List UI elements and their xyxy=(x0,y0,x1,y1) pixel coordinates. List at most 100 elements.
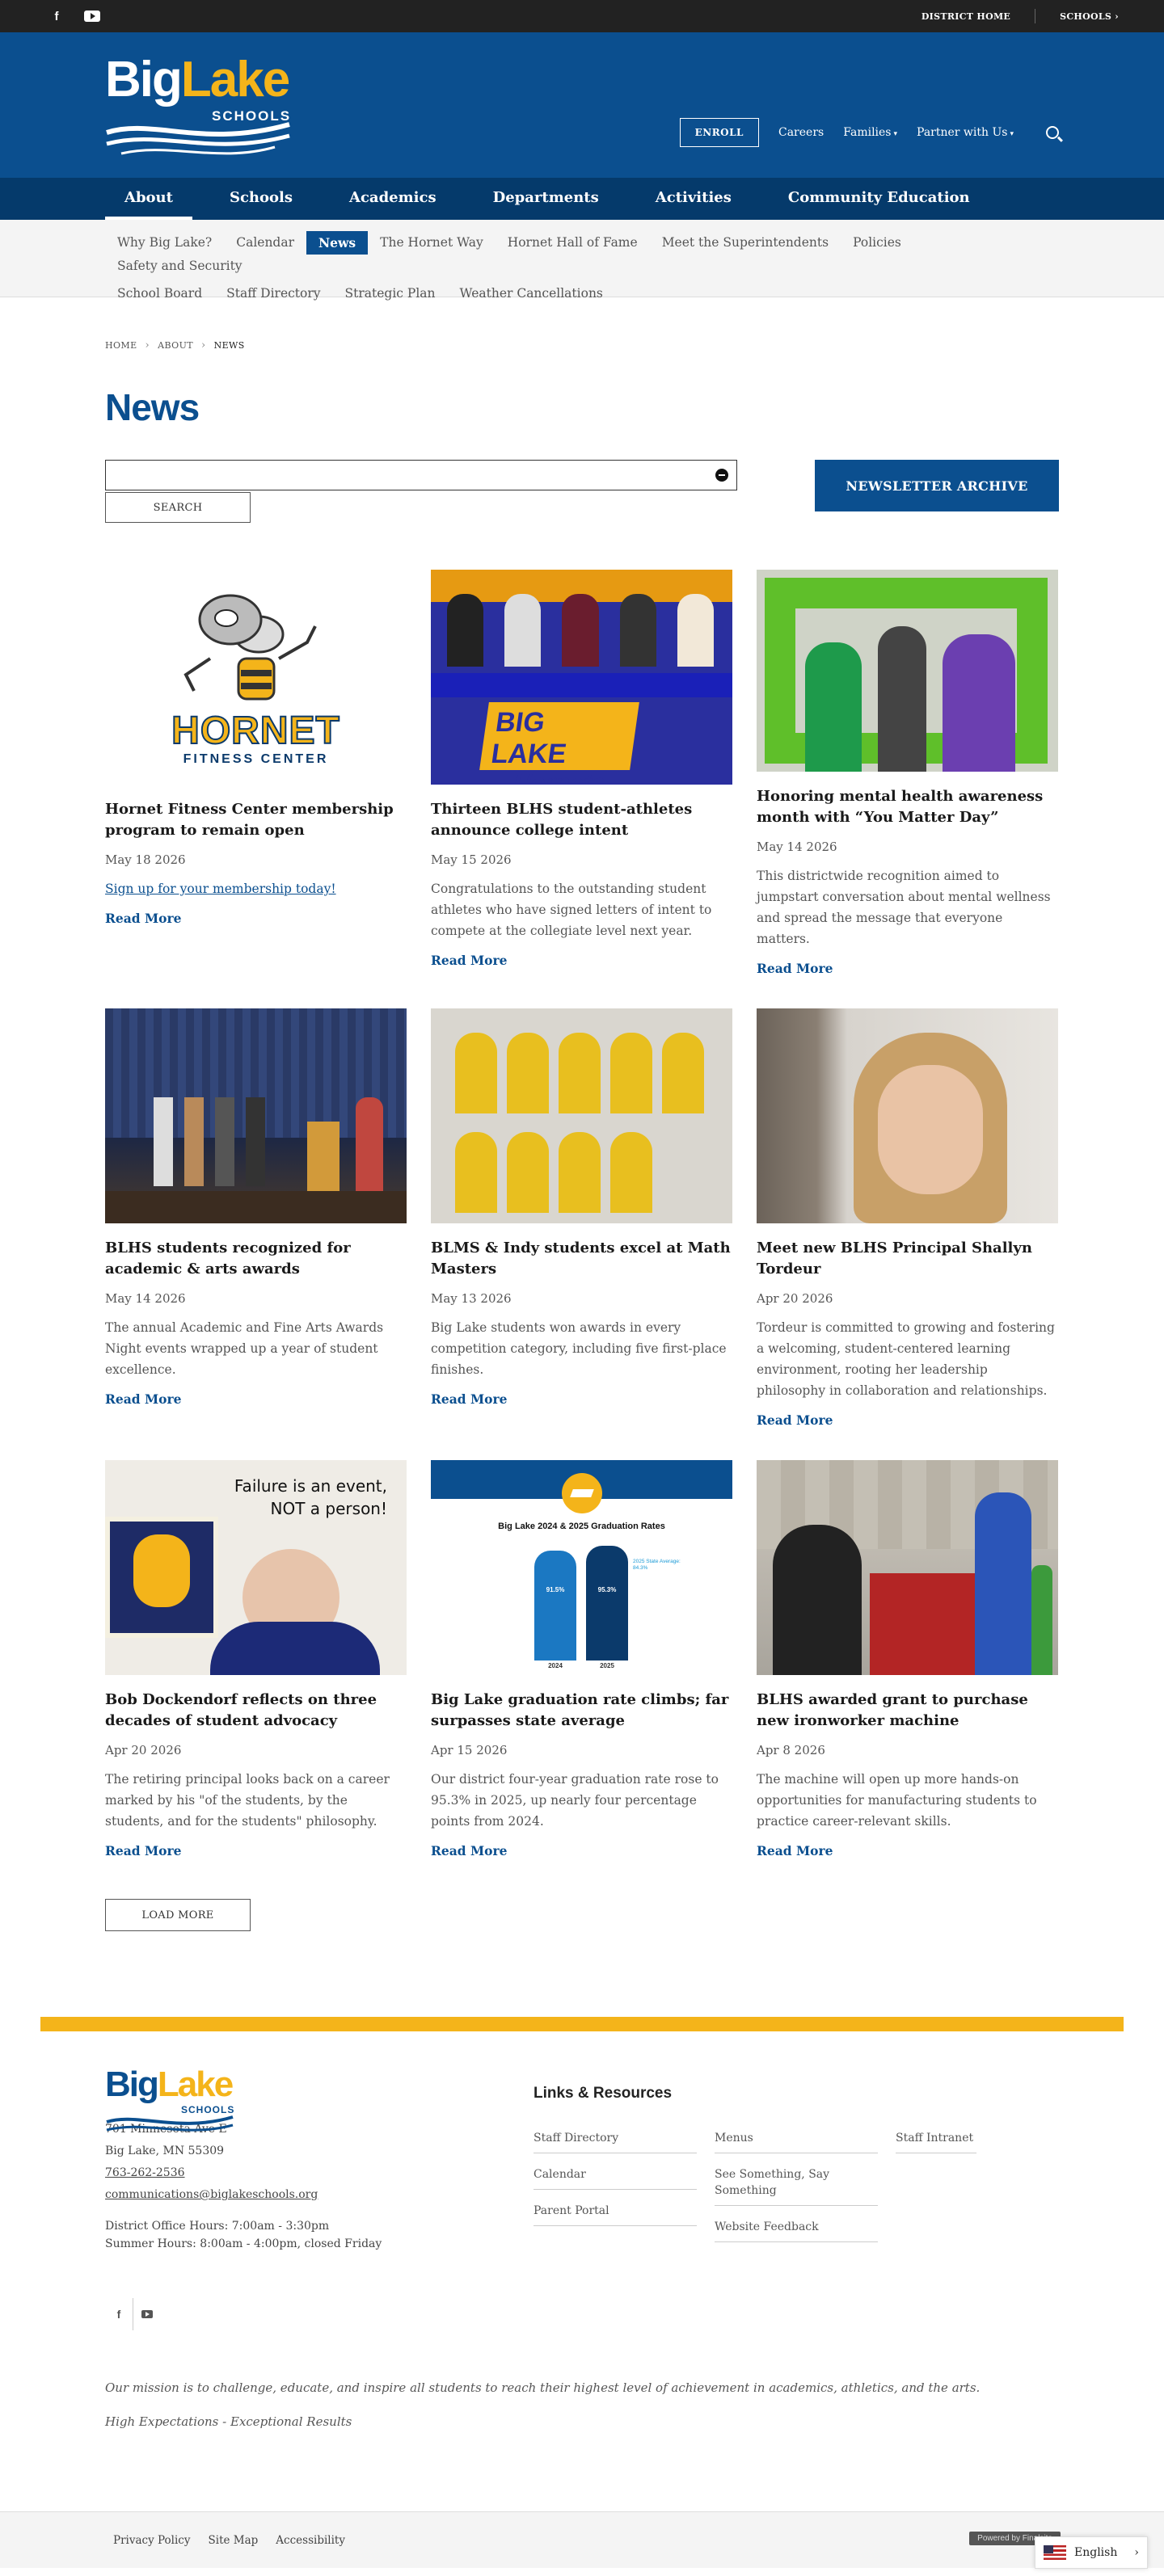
nav-community-education[interactable]: Community Education xyxy=(769,178,1007,220)
news-image[interactable]: BIG LAKE Hornets xyxy=(431,570,732,785)
news-image[interactable] xyxy=(105,1008,407,1223)
read-more-link[interactable]: Read More xyxy=(757,961,833,976)
news-image[interactable]: HORNET FITNESS CENTER xyxy=(105,570,407,785)
chevron-down-icon: ▾ xyxy=(893,130,898,138)
news-title[interactable]: Meet new BLHS Principal Shallyn Tordeur xyxy=(757,1238,1058,1280)
privacy-policy-link[interactable]: Privacy Policy xyxy=(113,2534,191,2547)
subnav-safety[interactable]: Safety and Security xyxy=(105,255,255,277)
read-more-link[interactable]: Read More xyxy=(431,1843,508,1858)
news-date: Apr 20 2026 xyxy=(105,1743,182,1757)
facebook-icon[interactable]: f xyxy=(105,2308,133,2321)
subnav-hornet-way[interactable]: The Hornet Way xyxy=(368,231,496,255)
news-teaser: The retiring principal looks back on a c… xyxy=(105,1772,390,1829)
news-title[interactable]: BLHS awarded grant to purchase new ironw… xyxy=(757,1690,1058,1732)
news-title[interactable]: BLMS & Indy students excel at Math Maste… xyxy=(431,1238,732,1280)
read-more-link[interactable]: Read More xyxy=(757,1412,833,1428)
section-subnav: Why Big Lake? Calendar News The Hornet W… xyxy=(0,220,1164,301)
read-more-link[interactable]: Read More xyxy=(431,953,508,968)
news-title[interactable]: BLHS students recognized for academic & … xyxy=(105,1238,407,1280)
language-selector[interactable]: English › xyxy=(1035,2536,1148,2569)
read-more-link[interactable]: Read More xyxy=(105,1391,182,1407)
read-more-link[interactable]: Read More xyxy=(105,911,182,926)
subnav-superintendents[interactable]: Meet the Superintendents xyxy=(650,231,841,255)
accessibility-link[interactable]: Accessibility xyxy=(276,2534,345,2547)
read-more-link[interactable]: Read More xyxy=(431,1391,508,1407)
enroll-button[interactable]: ENROLL xyxy=(679,118,759,147)
nav-departments[interactable]: Departments xyxy=(474,178,636,220)
families-menu[interactable]: Families ▾ xyxy=(843,126,897,139)
facebook-icon[interactable]: f xyxy=(47,6,66,26)
footer-link[interactable]: Parent Portal xyxy=(534,2198,697,2226)
clear-icon[interactable] xyxy=(715,469,728,482)
search-button[interactable]: SEARCH xyxy=(105,492,251,523)
student-figure xyxy=(805,642,862,772)
district-home-link[interactable]: DISTRICT HOME xyxy=(922,11,1010,22)
membership-link[interactable]: Sign up for your membership today! xyxy=(105,878,407,899)
breadcrumb-home[interactable]: HOME xyxy=(105,340,137,351)
newsletter-archive-button[interactable]: NEWSLETTER ARCHIVE xyxy=(815,460,1059,511)
news-date: May 18 2026 xyxy=(105,852,186,867)
nav-activities[interactable]: Activities xyxy=(636,178,769,220)
footer-social: f xyxy=(105,2298,1059,2330)
news-date: May 14 2026 xyxy=(757,840,837,854)
subnav-hall-of-fame[interactable]: Hornet Hall of Fame xyxy=(496,231,650,255)
breadcrumb-about[interactable]: ABOUT xyxy=(158,340,193,351)
footer-link[interactable]: Website Feedback xyxy=(715,2214,878,2242)
subnav-calendar[interactable]: Calendar xyxy=(224,231,306,255)
nav-academics[interactable]: Academics xyxy=(330,178,474,220)
news-teaser: This districtwide recognition aimed to j… xyxy=(757,869,1051,946)
students-group xyxy=(455,1033,714,1219)
footer-link[interactable]: Staff Directory xyxy=(534,2125,697,2153)
news-card: BLMS & Indy students excel at Math Maste… xyxy=(431,1008,732,1428)
news-title[interactable]: Hornet Fitness Center membership program… xyxy=(105,799,407,841)
subnav-weather[interactable]: Weather Cancellations xyxy=(448,282,615,305)
news-image[interactable]: Failure is an event, NOT a person! xyxy=(105,1460,407,1675)
search-icon[interactable] xyxy=(1046,126,1059,139)
news-image[interactable] xyxy=(757,1460,1058,1675)
bottom-bar: Privacy Policy Site Map Accessibility Po… xyxy=(0,2511,1164,2569)
breadcrumb: HOME › ABOUT › NEWS xyxy=(105,339,1059,351)
news-card: Big Lake 2024 & 2025 Graduation Rates 91… xyxy=(431,1460,732,1858)
news-title[interactable]: Bob Dockendorf reflects on three decades… xyxy=(105,1690,407,1732)
subnav-news[interactable]: News xyxy=(306,231,369,255)
subnav-why-big-lake[interactable]: Why Big Lake? xyxy=(105,231,224,255)
read-more-link[interactable]: Read More xyxy=(757,1843,833,1858)
partner-menu[interactable]: Partner with Us ▾ xyxy=(917,126,1014,139)
news-image[interactable]: Big Lake 2024 & 2025 Graduation Rates 91… xyxy=(431,1460,732,1675)
footer-link[interactable]: Staff Intranet xyxy=(896,2125,976,2153)
main-content: HOME › ABOUT › NEWS News SEARCH NEWSLETT… xyxy=(0,339,1164,1931)
subnav-strategic-plan[interactable]: Strategic Plan xyxy=(333,282,448,305)
nav-schools[interactable]: Schools xyxy=(210,178,330,220)
news-grid: HORNET FITNESS CENTER Hornet Fitness Cen… xyxy=(105,570,1059,1858)
news-image[interactable] xyxy=(757,570,1058,772)
news-title[interactable]: Big Lake graduation rate climbs; far sur… xyxy=(431,1690,732,1732)
news-image[interactable] xyxy=(757,1008,1058,1223)
footer-link[interactable]: See Something, Say Something xyxy=(715,2161,878,2206)
search-input[interactable] xyxy=(105,460,737,490)
news-title[interactable]: Honoring mental health awareness month w… xyxy=(757,786,1058,828)
wall-sign: Failure is an event, NOT a person! xyxy=(234,1476,387,1518)
news-teaser: Big Lake students won awards in every co… xyxy=(431,1320,727,1377)
ironworker-machine xyxy=(870,1573,975,1675)
bar-2024: 91.5% xyxy=(534,1551,576,1661)
youtube-icon[interactable] xyxy=(84,11,100,22)
site-map-link[interactable]: Site Map xyxy=(209,2534,259,2547)
load-more-button[interactable]: LOAD MORE xyxy=(105,1899,251,1931)
read-more-link[interactable]: Read More xyxy=(105,1843,182,1858)
subnav-school-board[interactable]: School Board xyxy=(105,282,214,305)
site-logo[interactable]: BigLake SCHOOLS xyxy=(105,55,291,160)
table-banner: BIG LAKE Hornets xyxy=(479,702,639,785)
youtube-icon[interactable] xyxy=(141,2310,153,2318)
schools-link[interactable]: SCHOOLS › xyxy=(1060,11,1119,22)
news-search: SEARCH NEWSLETTER ARCHIVE xyxy=(105,460,1059,524)
footer-link[interactable]: Menus xyxy=(715,2125,878,2153)
news-title[interactable]: Thirteen BLHS student-athletes announce … xyxy=(431,799,732,841)
careers-link[interactable]: Careers xyxy=(778,126,824,139)
footer-accent-bar xyxy=(40,2017,1124,2031)
news-card: Honoring mental health awareness month w… xyxy=(757,570,1058,976)
nav-about[interactable]: About xyxy=(105,178,210,220)
subnav-staff-directory[interactable]: Staff Directory xyxy=(214,282,332,305)
subnav-policies[interactable]: Policies xyxy=(841,231,913,255)
news-image[interactable] xyxy=(431,1008,732,1223)
footer-link[interactable]: Calendar xyxy=(534,2161,697,2190)
